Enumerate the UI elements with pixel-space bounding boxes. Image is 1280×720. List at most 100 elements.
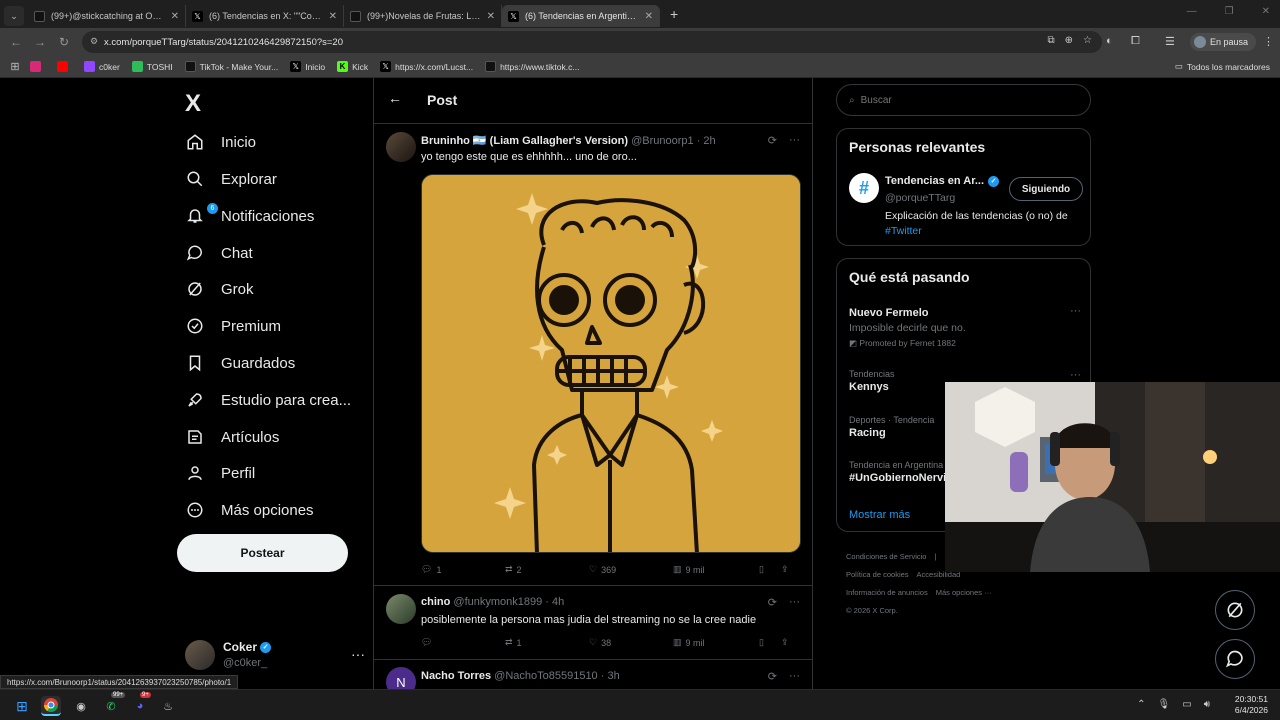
- reply-tweet[interactable]: Bruninho 🇦🇷 (Liam Gallagher's Version) @…: [374, 124, 812, 586]
- relevant-handle[interactable]: @porqueTTarg: [885, 192, 955, 204]
- browser-tab-active[interactable]: 𝕏 (6) Tendencias en Argentina en ✕: [502, 5, 660, 27]
- browser-tab[interactable]: 𝕏 (6) Tendencias en X: ""Convulsi ✕: [186, 5, 344, 27]
- minimize-icon[interactable]: —: [1187, 6, 1197, 17]
- obs-icon[interactable]: ◉: [71, 696, 91, 716]
- footer-link[interactable]: Información de anuncios: [846, 588, 928, 597]
- back-arrow-icon[interactable]: ←: [388, 90, 402, 106]
- network-icon[interactable]: ▭: [1182, 699, 1191, 710]
- bookmark-item[interactable]: K Kick: [337, 61, 368, 72]
- following-button[interactable]: Siguiendo: [1009, 177, 1083, 201]
- views-button[interactable]: ▥ 9 mil: [673, 637, 759, 648]
- like-button[interactable]: ♡ 369: [589, 564, 673, 575]
- author-name[interactable]: chino: [421, 596, 450, 608]
- volume-icon[interactable]: 🔊︎: [1204, 699, 1210, 710]
- nav-item-chat[interactable]: Chat: [185, 241, 253, 265]
- nav-item-inicio[interactable]: Inicio: [185, 130, 256, 154]
- author-handle[interactable]: @funkymonk1899: [453, 596, 542, 608]
- microphone-icon[interactable]: 🎙︎: [1158, 699, 1171, 710]
- tweet-time[interactable]: · 4h: [545, 596, 564, 608]
- nav-item-mas-opciones[interactable]: Más opciones: [185, 498, 314, 522]
- search-box[interactable]: ⌕: [836, 84, 1091, 116]
- tweet-image[interactable]: [421, 174, 801, 553]
- post-button[interactable]: Postear: [177, 534, 348, 572]
- footer-link[interactable]: Condiciones de Servicio: [846, 552, 926, 561]
- close-icon[interactable]: ✕: [171, 11, 179, 22]
- nav-item-premium[interactable]: Premium: [185, 314, 281, 338]
- author-handle[interactable]: @Brunoorp1: [631, 135, 694, 147]
- trend-item[interactable]: Nuevo Fermelo Imposible decirle que no. …: [849, 305, 1081, 349]
- nav-item-perfil[interactable]: Perfil: [185, 461, 255, 485]
- more-icon[interactable]: ···: [1070, 369, 1081, 381]
- site-info-icon[interactable]: ⚙: [90, 36, 98, 47]
- relevant-name-row[interactable]: Tendencias en Ar... ✓: [885, 175, 1000, 187]
- puzzle-icon[interactable]: ⧠: [1131, 35, 1140, 48]
- repost-button[interactable]: ⇄ 1: [505, 637, 589, 648]
- back-icon[interactable]: ←: [4, 35, 28, 49]
- views-button[interactable]: ▥ 9 mil: [673, 564, 759, 575]
- bookmark-item[interactable]: [57, 61, 72, 72]
- grok-icon[interactable]: ⟳: [768, 596, 777, 609]
- grok-icon[interactable]: ⟳: [768, 670, 777, 683]
- tab-search-button[interactable]: ⌄: [4, 6, 24, 26]
- close-window-icon[interactable]: ✕: [1262, 6, 1270, 17]
- bookmark-item[interactable]: [30, 61, 45, 72]
- install-icon[interactable]: ⧉: [1048, 35, 1055, 46]
- grok-fab-button[interactable]: [1215, 590, 1255, 630]
- chat-fab-button[interactable]: [1215, 639, 1255, 679]
- search-input[interactable]: [860, 94, 1061, 106]
- more-icon[interactable]: ···: [1070, 305, 1081, 317]
- more-icon[interactable]: ···: [351, 646, 365, 662]
- repost-button[interactable]: ⇄ 2: [505, 564, 589, 575]
- zoom-icon[interactable]: ⊕: [1065, 35, 1073, 46]
- avatar[interactable]: [386, 594, 416, 624]
- forward-icon[interactable]: →: [28, 35, 52, 49]
- apps-icon[interactable]: ⊞: [0, 60, 30, 73]
- browser-tab[interactable]: (99+)@stickcatching at OC Japa ✕: [28, 5, 186, 27]
- bookmark-item[interactable]: TOSHI: [131, 61, 173, 72]
- share-button[interactable]: ⇪: [781, 637, 789, 648]
- footer-link[interactable]: Más opciones ···: [936, 588, 992, 597]
- url-field[interactable]: ⚙ x.com/porqueTTarg/status/2041210246429…: [82, 31, 1102, 53]
- reload-icon[interactable]: ↻: [52, 35, 76, 49]
- bookmark-item[interactable]: TikTok - Make Your...: [184, 61, 278, 72]
- maximize-icon[interactable]: ❐: [1225, 6, 1234, 17]
- steam-icon[interactable]: ♨: [158, 696, 178, 716]
- x-logo[interactable]: X: [185, 90, 201, 118]
- close-icon[interactable]: ✕: [487, 11, 495, 22]
- bio-hashtag-link[interactable]: #Twitter: [885, 225, 922, 237]
- close-icon[interactable]: ✕: [645, 11, 653, 22]
- show-more-link[interactable]: Mostrar más: [849, 509, 910, 521]
- author-handle[interactable]: @NachoTo85591510: [494, 670, 598, 682]
- browser-tab[interactable]: (99+)Novelas de Frutas: La Hist ✕: [344, 5, 502, 27]
- reply-button[interactable]: 💬︎ 1: [421, 564, 505, 575]
- nav-item-notificaciones[interactable]: 6 Notificaciones: [185, 203, 314, 228]
- chevron-up-icon[interactable]: ⌃: [1137, 699, 1145, 710]
- all-bookmarks-button[interactable]: ▭ Todos los marcadores: [1175, 61, 1270, 72]
- nav-item-estudio[interactable]: Estudio para crea...: [185, 388, 351, 412]
- windows-start-icon[interactable]: ⊞: [12, 696, 32, 716]
- grok-icon[interactable]: ⟳: [768, 134, 777, 147]
- star-icon[interactable]: ☆: [1083, 35, 1092, 46]
- bookmark-button[interactable]: ▯: [759, 637, 781, 648]
- close-icon[interactable]: ✕: [329, 11, 337, 22]
- extension-icon[interactable]: ◐: [1106, 35, 1113, 47]
- bookmark-item[interactable]: 𝕏 Inicio: [290, 61, 325, 72]
- more-icon[interactable]: ···: [789, 596, 800, 609]
- bookmark-item[interactable]: https://www.tiktok.c...: [485, 61, 579, 72]
- more-icon[interactable]: ···: [789, 670, 800, 683]
- more-icon[interactable]: ···: [789, 134, 800, 147]
- bookmark-button[interactable]: ▯: [759, 564, 781, 575]
- hashtag-avatar-icon[interactable]: #: [849, 173, 879, 203]
- chrome-icon[interactable]: [41, 696, 61, 716]
- new-tab-button[interactable]: +: [670, 6, 678, 22]
- tweet-time[interactable]: · 3h: [601, 670, 620, 682]
- profile-button[interactable]: En pausa: [1190, 33, 1257, 51]
- avatar[interactable]: [386, 132, 416, 162]
- avatar[interactable]: N: [386, 667, 416, 689]
- footer-link[interactable]: Política de cookies: [846, 570, 909, 579]
- like-button[interactable]: ♡ 38: [589, 637, 673, 648]
- bookmark-item[interactable]: c0ker: [84, 61, 120, 72]
- nav-item-explorar[interactable]: Explorar: [185, 167, 277, 191]
- bookmark-item[interactable]: 𝕏https://x.com/Lucst...: [380, 61, 473, 72]
- discord-icon[interactable]: ◕ 9+: [130, 692, 151, 716]
